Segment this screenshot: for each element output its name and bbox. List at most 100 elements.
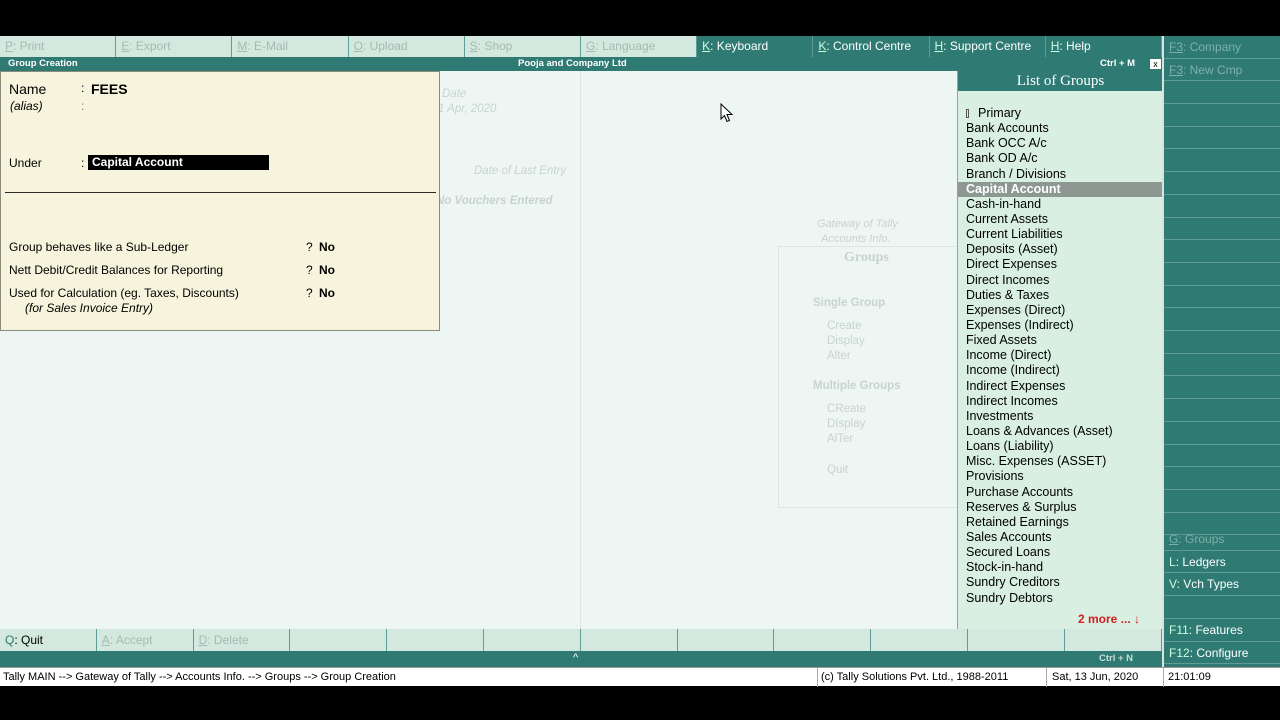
right-button-panel: F3: Company F3: New Cmp G: Groups L: Led… [1162,36,1280,686]
list-item[interactable]: Expenses (Direct) [958,303,1163,318]
menu-help[interactable]: H: Help [1045,36,1162,57]
empty-button [290,629,388,651]
list-item[interactable]: Stock-in-hand [958,560,1163,575]
name-input[interactable]: FEES [91,81,128,97]
more-items-indicator[interactable]: 2 more ... ↓ [1078,612,1140,626]
list-item[interactable]: Provisions [958,469,1163,484]
empty-button [387,629,484,651]
list-item[interactable]: Direct Expenses [958,257,1163,272]
voucher-types-button[interactable]: V: Vch Types [1164,573,1280,597]
list-item[interactable]: Sundry Creditors [958,575,1163,590]
list-item[interactable]: Cash-in-hand [958,197,1163,212]
gateway-background: Date 1 Apr, 2020 Date of Last Entry No V… [436,71,958,629]
list-item[interactable]: Purchase Accounts [958,485,1163,500]
breadcrumb: Tally MAIN --> Gateway of Tally --> Acco… [3,671,396,683]
list-item[interactable]: Retained Earnings [958,515,1163,530]
sub-ledger-value[interactable]: No [319,240,335,254]
alias-colon: : [81,99,85,113]
accept-button[interactable]: A: Accept [96,629,194,651]
menu-keyboard[interactable]: K: Keyboard [697,36,814,57]
calculation-value[interactable]: No [319,286,335,300]
menu-email[interactable]: M: E-Mail [232,36,349,57]
ghost-groups-menu: Groups Single Group Create Display Alter… [778,246,958,508]
empty-button [1164,596,1280,620]
list-item[interactable]: Duties & Taxes [958,288,1163,303]
list-item[interactable]: Expenses (Indirect) [958,318,1163,333]
sub-ledger-mark: ? [306,240,313,254]
empty-button [1164,354,1280,377]
delete-button[interactable]: D: Delete [193,629,291,651]
empty-button [1164,308,1280,332]
window-shortcut: Ctrl + M [1100,58,1136,69]
ghost-date: Date [442,88,467,100]
list-item[interactable]: Income (Indirect) [958,363,1163,378]
expand-up-icon[interactable]: ^ [573,652,578,664]
list-item[interactable]: Investments [958,409,1163,424]
list-item[interactable]: Loans (Liability) [958,439,1163,454]
list-item[interactable]: Sales Accounts [958,530,1163,545]
empty-button [1164,172,1280,195]
empty-button [1164,81,1280,105]
empty-button [1164,195,1280,218]
list-item[interactable]: Current Liabilities [958,227,1163,242]
list-item[interactable]: Bank OCC A/c [958,136,1163,151]
list-item[interactable]: Fixed Assets [958,333,1163,348]
menu-language[interactable]: G: Language [580,36,698,57]
list-item[interactable]: Branch / Divisions [958,167,1163,182]
list-item[interactable]: Indirect Incomes [958,394,1163,409]
under-input[interactable]: Capital Account [88,155,269,170]
bottom-button-bar: Q: Quit A: Accept D: Delete [0,629,1162,651]
menu-upload[interactable]: O: Upload [348,36,465,57]
groups-button[interactable]: G: Groups [1164,528,1280,551]
empty-button [1164,263,1280,286]
secondary-button-strip [0,651,1162,667]
list-item[interactable]: Reserves & Surplus [958,500,1163,515]
alias-label: (alias) [10,99,43,113]
company-button[interactable]: F3: Company [1164,36,1280,59]
group-item-primary[interactable]: Primary [958,106,1163,121]
list-item[interactable]: Misc. Expenses (ASSET) [958,454,1163,469]
ghost-accounts-info: Accounts Info. [821,233,891,245]
list-item[interactable]: Income (Direct) [958,348,1163,363]
ctrl-n-shortcut: Ctrl + N [1099,653,1134,664]
list-item[interactable]: Loans & Advances (Asset) [958,424,1163,439]
list-item[interactable]: Current Assets [958,212,1163,227]
new-company-button[interactable]: F3: New Cmp [1164,59,1280,82]
quit-button[interactable]: Q: Quit [0,629,97,651]
ghost-last-entry: Date of Last Entry [474,165,567,177]
copyright: (c) Tally Solutions Pvt. Ltd., 1988-2011 [821,671,1009,683]
empty-button [1164,445,1280,468]
empty-button [1164,399,1280,422]
empty-button [1064,629,1162,651]
ghost-display: Display [827,335,865,347]
ghost-gateway: Gateway of Tally [817,218,898,230]
group-list: Primary Bank Accounts Bank OCC A/c Bank … [958,106,1163,606]
list-item[interactable]: Bank OD A/c [958,151,1163,166]
close-icon[interactable]: x [1150,59,1161,69]
sub-ledger-label: Group behaves like a Sub-Ledger [9,240,189,254]
under-colon: : [81,156,85,170]
empty-button [580,629,678,651]
menu-control-centre[interactable]: K: Control Centre [813,36,930,57]
list-item[interactable]: Secured Loans [958,545,1163,560]
sales-invoice-note: (for Sales Invoice Entry) [25,301,154,315]
list-item[interactable]: Deposits (Asset) [958,242,1163,257]
menu-print[interactable]: P: Print [0,36,117,57]
empty-button [774,629,872,651]
ledgers-button[interactable]: L: Ledgers [1164,551,1280,574]
list-item[interactable]: Sundry Debtors [958,591,1163,606]
ghost-quit: Quit [827,464,849,476]
menu-export[interactable]: E: Export [116,36,233,57]
list-item[interactable]: Direct Incomes [958,273,1163,288]
list-item[interactable]: Bank Accounts [958,121,1163,136]
list-item[interactable]: Indirect Expenses [958,379,1163,394]
menu-shop[interactable]: S: Shop [464,36,581,57]
menu-support-centre[interactable]: H: Support Centre [929,36,1046,57]
status-date: Sat, 13 Jun, 2020 [1052,671,1139,683]
empty-button [483,629,581,651]
nett-balances-value[interactable]: No [319,263,335,277]
configure-button[interactable]: F12: Configure [1164,642,1280,665]
empty-button [871,629,968,651]
features-button[interactable]: F11: Features [1164,619,1280,642]
group-item-selected[interactable]: Capital Account [958,181,1163,197]
